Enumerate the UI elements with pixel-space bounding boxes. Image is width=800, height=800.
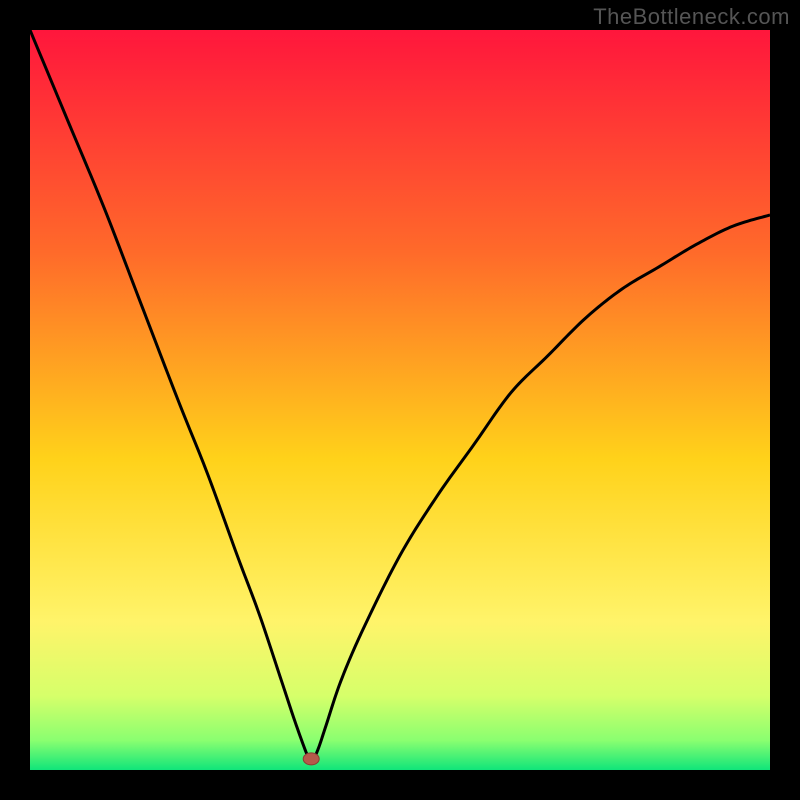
minimum-marker — [303, 753, 319, 765]
gradient-background — [30, 30, 770, 770]
bottleneck-plot — [30, 30, 770, 770]
watermark-text: TheBottleneck.com — [593, 4, 790, 30]
chart-frame: TheBottleneck.com — [0, 0, 800, 800]
plot-area — [30, 30, 770, 770]
